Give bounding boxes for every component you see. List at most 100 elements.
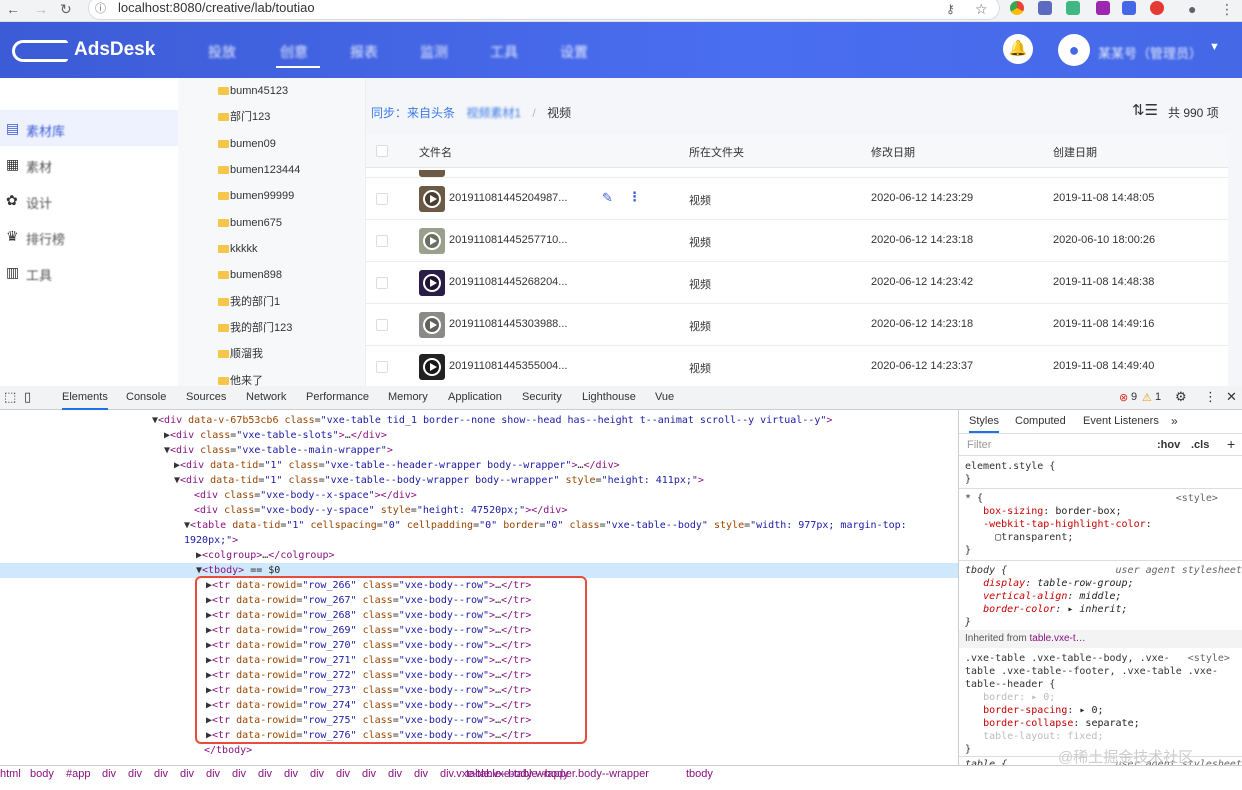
nav-item-monitor[interactable]: 监测 <box>420 42 448 62</box>
file-name[interactable]: 201911081445257710... <box>449 234 567 246</box>
video-thumbnail[interactable] <box>419 186 445 212</box>
nav-item-launch[interactable]: 投放 <box>208 42 236 62</box>
folder-item[interactable]: 部门123 <box>218 110 270 124</box>
style-rule[interactable]: .vxe-table .vxe-table--body, .vxe- <styl… <box>965 652 1230 756</box>
table-row[interactable]: 201911081445204987... ✎ ⋮ 视频 2020-06-12 … <box>366 178 1228 220</box>
dom-crumb[interactable]: #app <box>66 768 90 780</box>
dom-line[interactable]: <div class="vxe-body--x-space"></div> <box>194 489 417 503</box>
screen-extension-icon[interactable] <box>1122 1 1136 15</box>
dom-line[interactable]: ▼<table data-tid="1" cellspacing="0" cel… <box>184 519 907 533</box>
profile-icon[interactable]: ● <box>1188 0 1196 18</box>
video-thumbnail[interactable] <box>419 228 445 254</box>
table-row[interactable]: 201911081445355004... 视频 2020-06-12 14:2… <box>366 346 1228 386</box>
tab-event-listeners[interactable]: Event Listeners <box>1083 415 1159 427</box>
sidebar-item-tools[interactable]: ▥ 工具 <box>0 254 178 290</box>
table-row[interactable]: 201911081445268204... 视频 2020-06-12 14:2… <box>366 262 1228 304</box>
forward-icon[interactable]: → <box>34 0 48 18</box>
style-rule[interactable]: * { <style> box-sizing: border-box; -web… <box>965 492 1218 557</box>
dom-crumb[interactable]: div <box>258 768 272 780</box>
back-icon[interactable]: ← <box>6 0 20 18</box>
dom-crumb[interactable]: html <box>0 768 21 780</box>
menu-icon[interactable]: ⋮ <box>1220 0 1234 18</box>
sidebar-item-library[interactable]: ▤ 素材库 <box>0 110 178 146</box>
sidebar-item-design[interactable]: ✿ 设计 <box>0 182 178 218</box>
folder-item[interactable]: bumen123444 <box>218 163 300 177</box>
folder-item[interactable]: bumen99999 <box>218 189 294 203</box>
dom-line[interactable]: <div class="vxe-body--y-space" style="he… <box>194 504 567 518</box>
tab-application[interactable]: Application <box>448 391 502 403</box>
tab-overflow[interactable]: » <box>1171 414 1178 428</box>
dom-tree[interactable]: ▼<div data-v-67b53cb6 class="vxe-table t… <box>0 410 958 765</box>
dom-line[interactable]: ▶<div data-tid="1" class="vxe-table--hea… <box>174 459 620 473</box>
dom-crumb[interactable]: div <box>284 768 298 780</box>
select-all-checkbox[interactable] <box>376 145 388 157</box>
nav-item-tools[interactable]: 工具 <box>490 42 518 62</box>
row-checkbox[interactable] <box>376 319 388 331</box>
folder-item[interactable]: 他来了 <box>218 374 263 386</box>
folder-item[interactable]: bumen09 <box>218 137 276 151</box>
dom-crumb[interactable]: div <box>232 768 246 780</box>
error-icon[interactable]: ⊗ <box>1119 391 1128 404</box>
column-header-folder[interactable]: 所在文件夹 <box>689 144 744 160</box>
tab-memory[interactable]: Memory <box>388 391 428 403</box>
dom-crumb[interactable]: div <box>128 768 142 780</box>
dom-crumb[interactable]: tbody <box>686 768 713 780</box>
dom-line[interactable]: </tbody> <box>204 744 252 758</box>
tab-elements[interactable]: Elements <box>62 391 108 410</box>
tab-console[interactable]: Console <box>126 391 166 403</box>
row-checkbox[interactable] <box>376 277 388 289</box>
vue-extension-icon[interactable] <box>1066 1 1080 15</box>
style-rule[interactable]: tbody { user agent stylesheet display: t… <box>965 564 1242 629</box>
folder-item[interactable]: 我的部门1 <box>218 295 280 309</box>
tab-performance[interactable]: Performance <box>306 391 369 403</box>
info-icon[interactable]: ⓘ <box>95 0 106 16</box>
device-toggle-icon[interactable]: ▯ <box>24 389 31 405</box>
dom-line[interactable]: ▶<colgroup>…</colgroup> <box>196 549 335 563</box>
table-row[interactable]: 201911081445303988... 视频 2020-06-12 14:2… <box>366 304 1228 346</box>
pencil-icon[interactable]: ✎ <box>602 190 613 206</box>
nav-item-settings[interactable]: 设置 <box>560 42 588 62</box>
star-icon[interactable]: ☆ <box>975 0 988 18</box>
hov-toggle[interactable]: :hov <box>1157 439 1180 451</box>
more-vertical-icon[interactable]: ⋮ <box>1204 389 1217 405</box>
dom-line[interactable]: ▼<div data-tid="1" class="vxe-table--bod… <box>174 474 704 488</box>
rp-extension-icon[interactable] <box>1096 1 1110 15</box>
reload-icon[interactable]: ↻ <box>60 0 72 18</box>
filter-input[interactable]: Filter <box>967 439 991 451</box>
table-row[interactable]: 201911081445257710... 视频 2020-06-12 14:2… <box>366 220 1228 262</box>
inspect-icon[interactable]: ⬚ <box>4 389 16 405</box>
tab-vue[interactable]: Vue <box>655 391 674 403</box>
chrome-extension-icon[interactable] <box>1010 1 1024 15</box>
close-icon[interactable]: ✕ <box>1226 389 1237 405</box>
tab-lighthouse[interactable]: Lighthouse <box>582 391 636 403</box>
block-extension-icon[interactable] <box>1150 1 1164 15</box>
dom-line[interactable]: ▶<div class="vxe-table-slots">…</div> <box>164 429 387 443</box>
column-header-modified[interactable]: 修改日期 <box>871 144 915 160</box>
warning-icon[interactable]: ⚠ <box>1142 391 1152 404</box>
tab-styles[interactable]: Styles <box>969 415 999 433</box>
warning-count[interactable]: 1 <box>1155 391 1161 403</box>
folder-item[interactable]: bumen675 <box>218 216 282 230</box>
breadcrumb-middle[interactable]: 视频素材1 <box>466 106 521 120</box>
gear-icon[interactable]: ⚙ <box>1175 389 1187 405</box>
folder-item[interactable]: 我的部门123 <box>218 321 292 335</box>
user-name[interactable]: 某某号（管理员） <box>1098 43 1202 62</box>
sidebar-item-material[interactable]: ▦ 素材 <box>0 146 178 182</box>
row-checkbox[interactable] <box>376 361 388 373</box>
dom-crumb[interactable]: div <box>206 768 220 780</box>
dom-line[interactable]: 1920px;"> <box>184 534 238 548</box>
file-name[interactable]: 201911081445268204... <box>449 276 567 288</box>
bell-icon[interactable]: 🔔 <box>1003 34 1033 64</box>
dom-crumb[interactable]: div <box>414 768 428 780</box>
row-checkbox[interactable] <box>376 235 388 247</box>
dom-crumb[interactable]: div <box>154 768 168 780</box>
key-icon[interactable]: ⚷ <box>946 0 955 18</box>
tab-network[interactable]: Network <box>246 391 286 403</box>
dom-crumb[interactable]: table.vxe-table--body <box>466 768 569 780</box>
style-rule[interactable]: element.style { } <box>965 460 1055 486</box>
dom-line[interactable]: ▼<div class="vxe-table--main-wrapper"> <box>164 444 393 458</box>
column-header-created[interactable]: 创建日期 <box>1053 144 1097 160</box>
video-thumbnail[interactable] <box>419 312 445 338</box>
dom-crumb[interactable]: div <box>336 768 350 780</box>
dom-crumb[interactable]: div <box>388 768 402 780</box>
